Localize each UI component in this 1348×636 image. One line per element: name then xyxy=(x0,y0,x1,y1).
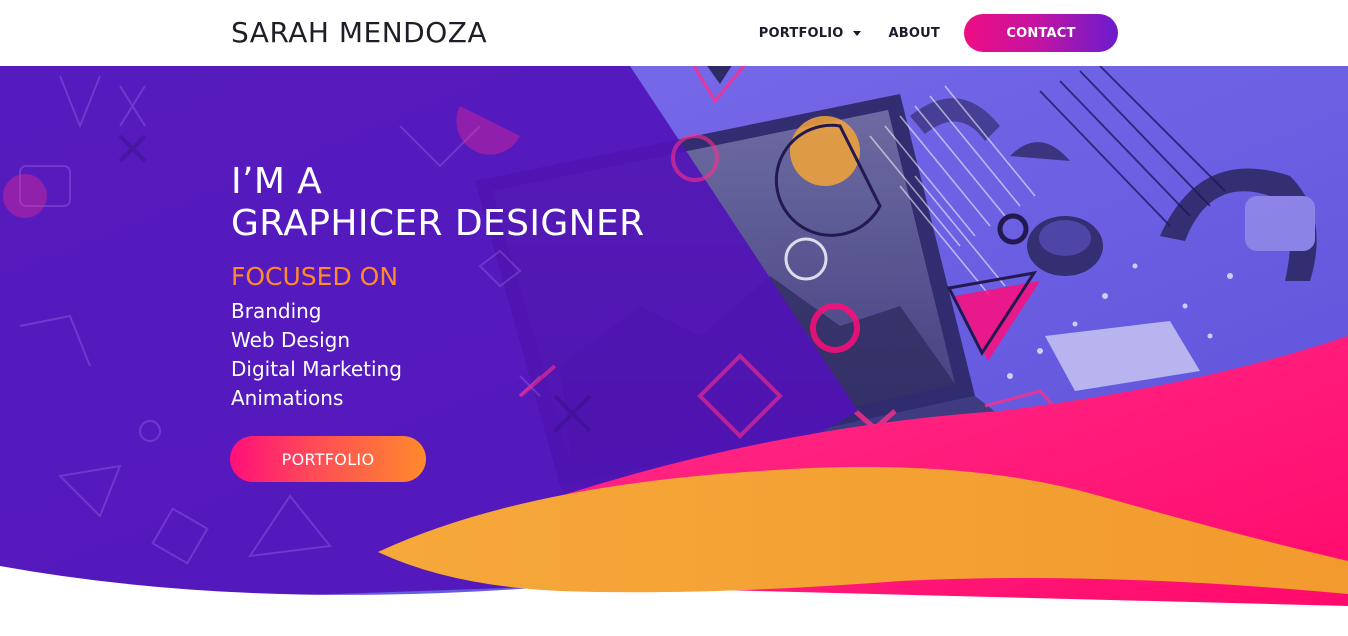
hero-section: I’M A GRAPHICER DESIGNER FOCUSED ON Bran… xyxy=(0,66,1348,606)
skill-item: Animations xyxy=(231,386,344,410)
nav-portfolio[interactable]: PORTFOLIO xyxy=(759,26,861,41)
contact-button[interactable]: CONTACT xyxy=(964,14,1118,52)
hero-title-line2: GRAPHICER DESIGNER xyxy=(231,203,645,244)
main-nav: PORTFOLIO ABOUT CONTACT xyxy=(759,14,1118,52)
focused-on-label: FOCUSED ON xyxy=(231,262,399,291)
hero-background xyxy=(0,66,1348,606)
site-logo[interactable]: SARAH MENDOZA xyxy=(231,17,487,49)
site-header: SARAH MENDOZA PORTFOLIO ABOUT CONTACT xyxy=(0,0,1348,66)
skill-item: Digital Marketing xyxy=(231,357,402,381)
chevron-down-icon xyxy=(852,31,861,36)
nav-about-label: ABOUT xyxy=(888,25,940,41)
contact-button-label: CONTACT xyxy=(1006,25,1076,41)
skill-item: Branding xyxy=(231,299,322,323)
skills-list: Branding Web Design Digital Marketing An… xyxy=(231,297,402,413)
nav-about[interactable]: ABOUT xyxy=(889,26,940,41)
skill-item: Web Design xyxy=(231,328,351,352)
portfolio-cta-label: PORTFOLIO xyxy=(281,449,375,469)
hero-title-line1: I’M A xyxy=(231,161,323,202)
portfolio-cta-button[interactable]: PORTFOLIO xyxy=(230,436,426,482)
nav-portfolio-label: PORTFOLIO xyxy=(758,25,844,41)
